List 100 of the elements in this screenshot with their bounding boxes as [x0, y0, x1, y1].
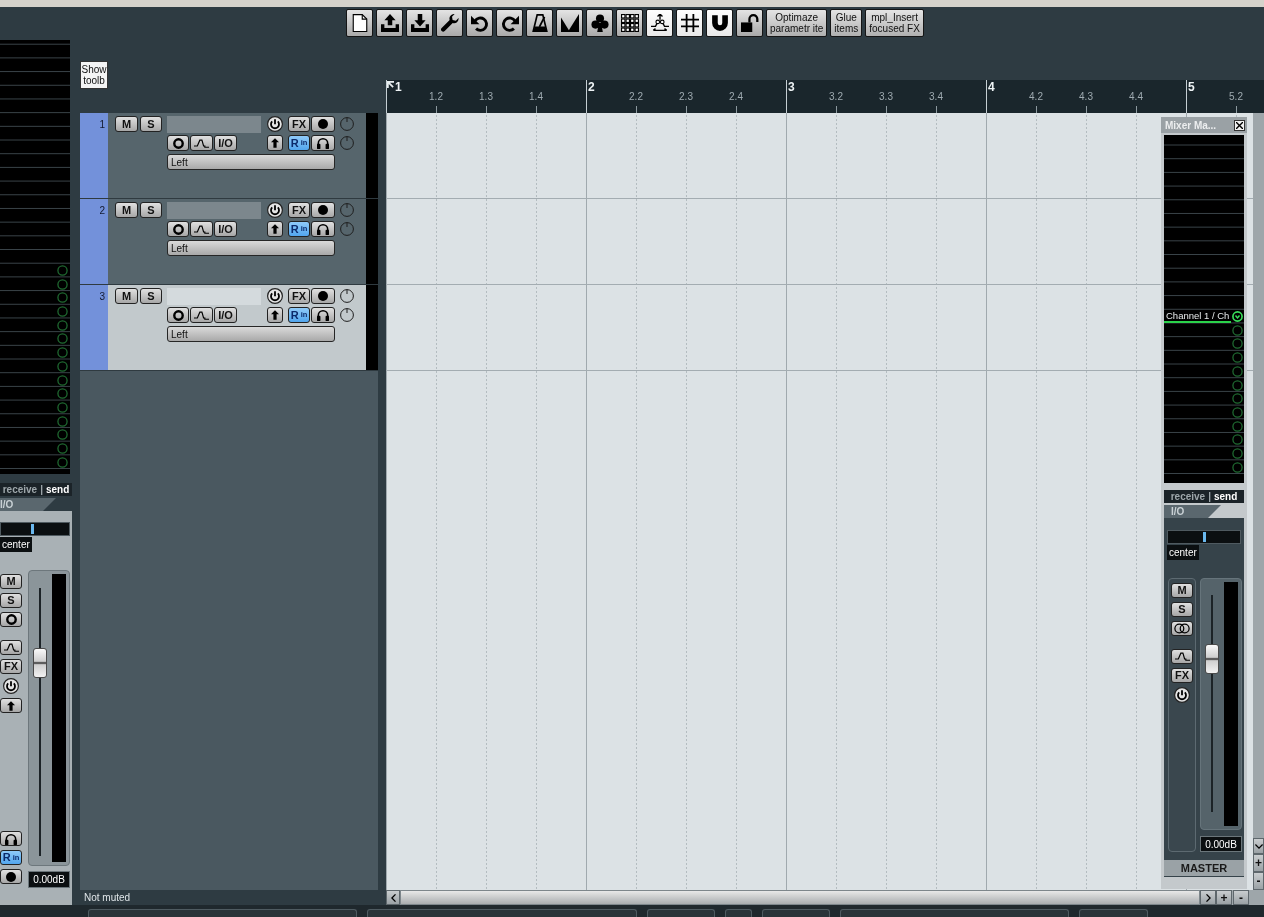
undo-icon — [470, 13, 489, 32]
arrow-up-button[interactable] — [267, 221, 283, 237]
power-icon[interactable] — [3, 678, 19, 694]
download-button[interactable] — [406, 8, 433, 37]
headphones-button[interactable] — [311, 307, 335, 323]
record-arm-button[interactable] — [311, 116, 335, 132]
routing-tab[interactable]: receive — [2, 483, 38, 496]
record-arm-button[interactable] — [311, 202, 335, 218]
hash-grid-button[interactable] — [676, 8, 703, 37]
arrow-up-button[interactable] — [267, 135, 283, 151]
toolbar-button[interactable]: Glue items — [830, 8, 863, 37]
close-button[interactable] — [1234, 119, 1245, 131]
envelope-button[interactable] — [190, 307, 213, 323]
power-icon[interactable] — [267, 202, 283, 218]
solo-button[interactable]: S — [0, 593, 22, 608]
io-button[interactable]: I/O — [214, 221, 237, 237]
input-select[interactable]: Left — [167, 326, 335, 342]
knob-icon[interactable] — [340, 289, 354, 303]
linked-rings-button[interactable] — [1171, 621, 1193, 636]
metronome-button[interactable] — [526, 8, 553, 37]
envelope-button[interactable] — [190, 221, 213, 237]
track-name-field[interactable] — [167, 115, 261, 133]
solo-button[interactable]: S — [140, 116, 162, 132]
knob-icon[interactable] — [340, 308, 354, 322]
power-icon[interactable] — [267, 288, 283, 304]
track-number: 2 — [99, 205, 105, 217]
routing-tab[interactable]: send — [1213, 490, 1238, 503]
mute-button[interactable]: M — [115, 288, 138, 304]
zoom-out-button[interactable]: - — [1233, 890, 1249, 905]
redo-button[interactable] — [496, 8, 523, 37]
scroll-left-button[interactable] — [386, 890, 400, 905]
envelope-button[interactable] — [0, 640, 22, 655]
fader-thumb[interactable] — [1205, 643, 1219, 674]
mute-button[interactable]: M — [115, 202, 138, 218]
ring-button[interactable] — [167, 135, 189, 151]
fx-button[interactable]: FX — [0, 659, 22, 674]
fader-thumb[interactable] — [33, 647, 47, 678]
upload-button[interactable] — [376, 8, 403, 37]
fx-button[interactable]: FX — [288, 288, 310, 304]
arrow-up-button[interactable] — [267, 307, 283, 323]
toolbar-button[interactable]: Optimaze parametr ite — [766, 8, 828, 37]
grid-button[interactable] — [616, 8, 643, 37]
power-icon[interactable] — [1174, 687, 1190, 703]
routing-tab[interactable]: send — [45, 483, 70, 496]
record-arm-button[interactable] — [0, 869, 22, 884]
strip-name: MASTER — [1164, 860, 1244, 876]
mute-button[interactable]: M — [115, 116, 138, 132]
headphones-button[interactable] — [311, 135, 335, 151]
solo-button[interactable]: S — [140, 288, 162, 304]
scroll-right-button[interactable] — [1200, 890, 1216, 905]
pan-thumb[interactable] — [31, 524, 35, 534]
toolbar-button[interactable]: mpl_Insert focused FX — [865, 8, 924, 37]
scroll-down-button[interactable] — [1253, 838, 1264, 854]
fx-button[interactable]: FX — [1171, 668, 1193, 683]
show-toolbar-button[interactable]: Show toolb — [80, 61, 108, 89]
envelope-button[interactable] — [1171, 649, 1193, 664]
zoom-in-button[interactable]: + — [1216, 890, 1232, 905]
undo-button[interactable] — [466, 8, 493, 37]
zoom-out-button[interactable]: - — [1253, 872, 1264, 890]
io-tab[interactable]: I/O — [1164, 505, 1221, 518]
solo-button[interactable]: S — [1171, 602, 1193, 617]
clubs-button[interactable] — [586, 8, 613, 37]
input-select[interactable]: Left — [167, 154, 335, 170]
new-document-button[interactable] — [346, 8, 373, 37]
headphones-button[interactable] — [311, 221, 335, 237]
headphones-button[interactable] — [0, 831, 22, 846]
timeline-ruler[interactable]: 1 1.2 1.3 1.4 2 2.2 2.3 2.4 3 3.2 3.3 3.4 4 4.2 4.3 4.4 5 5.2 — [386, 80, 1264, 113]
routing-tab[interactable]: receive — [1170, 490, 1206, 503]
scrollbar-thumb[interactable] — [400, 890, 1200, 905]
triangles-button[interactable] — [556, 8, 583, 37]
power-icon[interactable] — [267, 116, 283, 132]
fx-button[interactable]: FX — [288, 202, 310, 218]
pan-slider[interactable] — [1167, 530, 1241, 544]
tab-separator: | — [40, 483, 43, 496]
mute-button[interactable]: M — [1171, 583, 1193, 598]
wrench-icon — [440, 13, 459, 32]
mute-button[interactable]: M — [0, 574, 22, 589]
zoom-in-button[interactable]: + — [1253, 854, 1264, 872]
ring-button[interactable] — [167, 221, 189, 237]
io-button[interactable]: I/O — [214, 135, 237, 151]
ring-button[interactable] — [0, 612, 22, 627]
fx-button[interactable]: FX — [288, 116, 310, 132]
ring-button[interactable] — [167, 307, 189, 323]
record-arm-button[interactable] — [311, 288, 335, 304]
pan-thumb[interactable] — [1203, 532, 1206, 542]
input-select[interactable]: Left — [167, 240, 335, 256]
io-button[interactable]: I/O — [214, 307, 237, 323]
track-name-field[interactable] — [167, 201, 261, 219]
pan-slider[interactable] — [0, 522, 70, 536]
envelope-button[interactable] — [190, 135, 213, 151]
connection-ring-icon[interactable] — [1232, 311, 1243, 323]
magnet-button[interactable] — [706, 8, 733, 37]
io-tab[interactable]: I/O — [0, 498, 56, 511]
wrench-button[interactable] — [436, 8, 463, 37]
nodes-button[interactable] — [646, 8, 673, 37]
pan-readout: center — [1167, 545, 1199, 560]
solo-button[interactable]: S — [140, 202, 162, 218]
arrow-up-button[interactable] — [0, 698, 22, 713]
padlock-button[interactable] — [736, 8, 763, 37]
arrow-up-icon — [271, 224, 279, 234]
